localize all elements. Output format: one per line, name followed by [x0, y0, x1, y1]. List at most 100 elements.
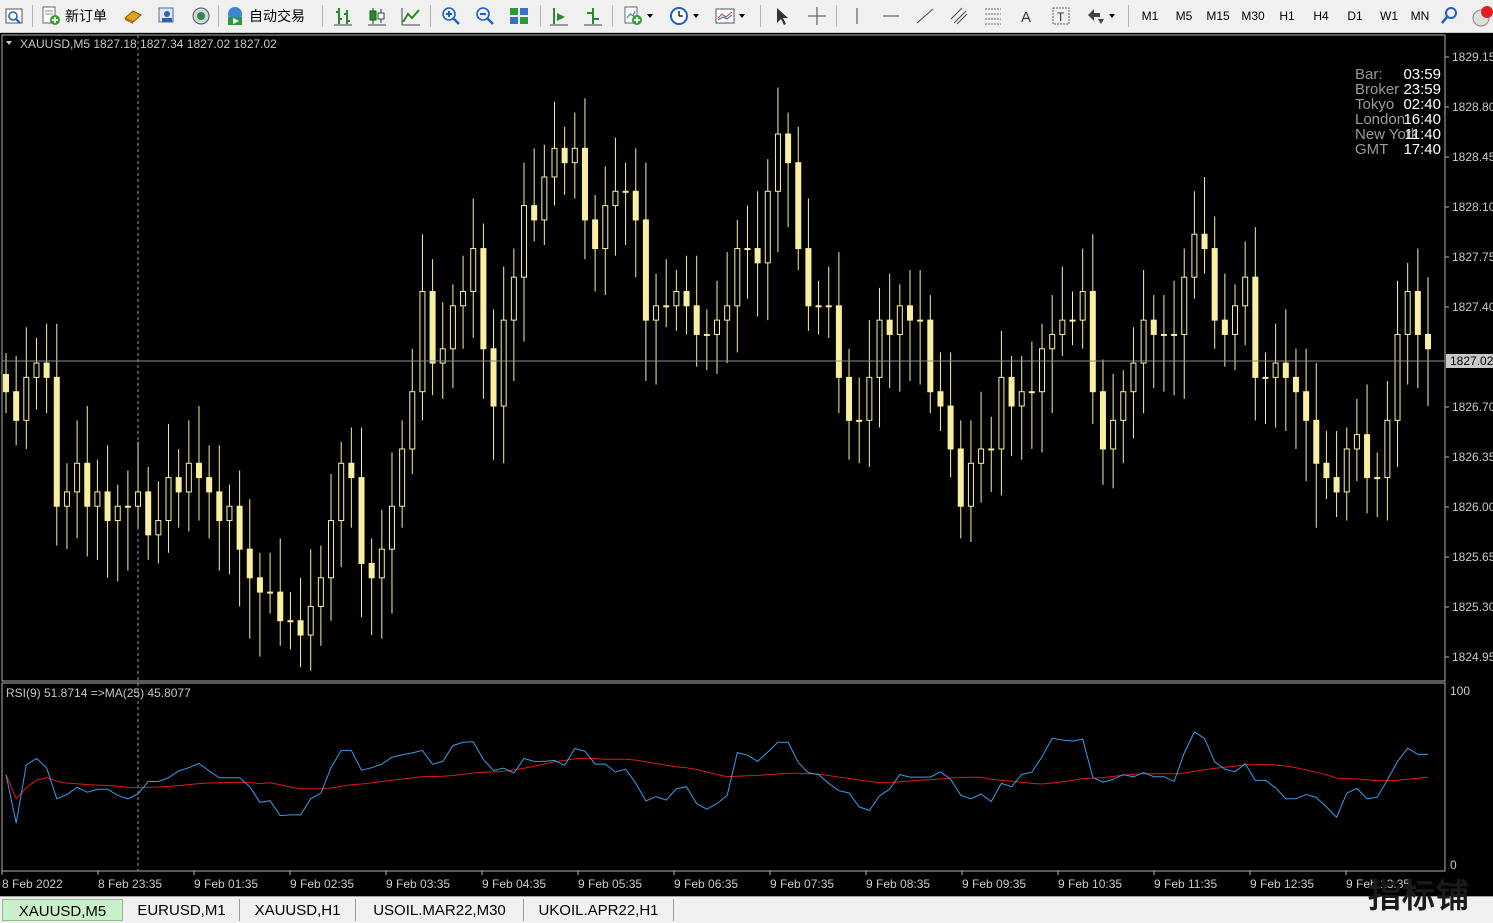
candle-body	[927, 319, 934, 393]
candle-body	[642, 219, 649, 321]
signal-icon[interactable]	[190, 4, 212, 28]
candle-body	[175, 477, 182, 493]
candle-body	[155, 520, 162, 536]
candle-body	[581, 147, 588, 221]
candle-body	[43, 362, 50, 378]
timeframe-m5-button[interactable]: M5	[1168, 4, 1200, 28]
candle-body	[1079, 291, 1086, 321]
clock-panel: Bar: 03:59 Broker 23:59 Tokyo 02:40 London 16:4…	[1355, 67, 1445, 157]
candle-body	[703, 333, 710, 336]
main-chart-frame	[1, 34, 1446, 682]
candle-body	[267, 591, 274, 594]
candle-body	[998, 376, 1005, 450]
candle-body	[13, 391, 20, 421]
candle-body	[785, 133, 792, 164]
timeframe-w1-button[interactable]: W1	[1373, 4, 1405, 28]
candle-body	[1353, 434, 1360, 450]
timeframe-h4-button[interactable]: H4	[1305, 4, 1337, 28]
indicators-menu-button[interactable]	[622, 4, 653, 28]
ma-line	[5, 757, 1429, 800]
auto-scroll-icon[interactable]	[548, 4, 570, 28]
equidistant-channel-icon[interactable]	[948, 4, 970, 28]
timeframe-m30-button[interactable]: M30	[1237, 4, 1269, 28]
price-tick-label: 1826.35	[1452, 450, 1493, 464]
candle-body	[632, 190, 639, 221]
new-order-icon	[42, 6, 60, 25]
svg-text:T: T	[1057, 10, 1065, 24]
candle-body	[764, 190, 771, 264]
candle-body	[1181, 276, 1188, 335]
candle-body	[1313, 419, 1320, 464]
horizontal-line-icon[interactable]	[880, 4, 902, 28]
market-watch-icon[interactable]	[156, 4, 178, 28]
price-tick-label: 1828.45	[1452, 150, 1493, 164]
candle-body	[663, 305, 670, 308]
candle-body	[338, 462, 345, 522]
candle-body	[1394, 333, 1401, 421]
chart-shift-icon[interactable]	[582, 4, 604, 28]
tab-xauusd-h1[interactable]: XAUUSD,H1	[240, 899, 356, 921]
candle-body	[449, 305, 456, 350]
price-tick-label: 1827.40	[1452, 300, 1493, 314]
crosshair-icon[interactable]	[806, 4, 828, 28]
new-order-button[interactable]: 新订单	[40, 4, 107, 28]
search-icon[interactable]	[1438, 4, 1460, 28]
timeframe-m1-button[interactable]: M1	[1134, 4, 1166, 28]
vertical-line-icon[interactable]	[846, 4, 868, 28]
timeframe-m15-button[interactable]: M15	[1202, 4, 1234, 28]
auto-trading-button[interactable]: 自动交易	[224, 4, 305, 28]
candle-body	[917, 319, 924, 322]
fibonacci-retracement-icon[interactable]	[982, 4, 1004, 28]
bar-chart-icon[interactable]	[332, 4, 354, 28]
clock-name: GMT	[1355, 141, 1389, 158]
rsi-line	[5, 731, 1428, 824]
candle-body	[602, 205, 609, 250]
timeframe-h1-button[interactable]: H1	[1271, 4, 1303, 28]
auto-trading-icon	[228, 7, 242, 25]
chart-window[interactable]: 1829.15 1828.80 1828.45 1828.10 1827.75 1827.…	[0, 33, 1493, 896]
cursor-icon[interactable]	[770, 4, 792, 28]
price-tick-label: 1824.95	[1452, 650, 1493, 664]
candle-body	[957, 448, 964, 507]
rsi-header-text: RSI(9) 51.8714 =>MA(25) 45.8077	[6, 686, 191, 700]
text-tool-icon[interactable]: A	[1016, 4, 1038, 28]
periods-menu-button[interactable]	[668, 4, 699, 28]
price-tick-label: 1826.00	[1452, 500, 1493, 514]
chart-tools-icon[interactable]	[4, 4, 24, 28]
tab-eurusd-m1[interactable]: EURUSD,M1	[124, 899, 240, 921]
trendline-icon[interactable]	[914, 4, 936, 28]
zoom-in-icon[interactable]	[440, 4, 462, 28]
clock-time: 17:40	[1403, 141, 1441, 158]
candle-body	[84, 462, 91, 507]
history-center-icon[interactable]	[122, 4, 144, 28]
time-tick-label: 8 Feb 2022	[2, 877, 63, 891]
candle-body	[1171, 333, 1178, 336]
candle-body	[195, 462, 202, 479]
tab-usoil-mar22-m30[interactable]: USOIL.MAR22,M30	[356, 899, 524, 921]
line-chart-icon[interactable]	[400, 4, 422, 28]
timeframe-d1-button[interactable]: D1	[1339, 4, 1371, 28]
zoom-out-icon[interactable]	[474, 4, 496, 28]
candle-body	[317, 577, 324, 607]
templates-menu-button[interactable]	[714, 4, 745, 28]
candle-body	[1069, 319, 1076, 322]
candle-body	[510, 276, 517, 321]
timeframe-mn-button[interactable]: MN	[1404, 4, 1436, 28]
candle-body	[3, 374, 9, 393]
tile-windows-icon[interactable]	[508, 4, 530, 28]
candle-body	[1242, 276, 1249, 307]
tab-ukoil-apr22-h1[interactable]: UKOIL.APR22,H1	[524, 899, 674, 921]
candle-body	[1303, 391, 1310, 421]
candle-body	[1262, 376, 1269, 379]
xauusd-m5-chart[interactable]: 1829.15 1828.80 1828.45 1828.10 1827.75 1827.…	[0, 33, 1493, 896]
candle-body	[124, 505, 131, 508]
candle-body	[1140, 319, 1147, 364]
arrows-menu-button[interactable]	[1084, 4, 1115, 28]
candle-body	[328, 520, 335, 579]
candlestick-chart-icon[interactable]	[366, 4, 388, 28]
notification-icon[interactable]	[1470, 4, 1493, 28]
tab-xauusd-m5[interactable]: XAUUSD,M5	[2, 899, 123, 921]
text-label-icon[interactable]: T	[1050, 4, 1072, 28]
candle-body	[805, 248, 812, 307]
candle-body	[165, 477, 172, 522]
